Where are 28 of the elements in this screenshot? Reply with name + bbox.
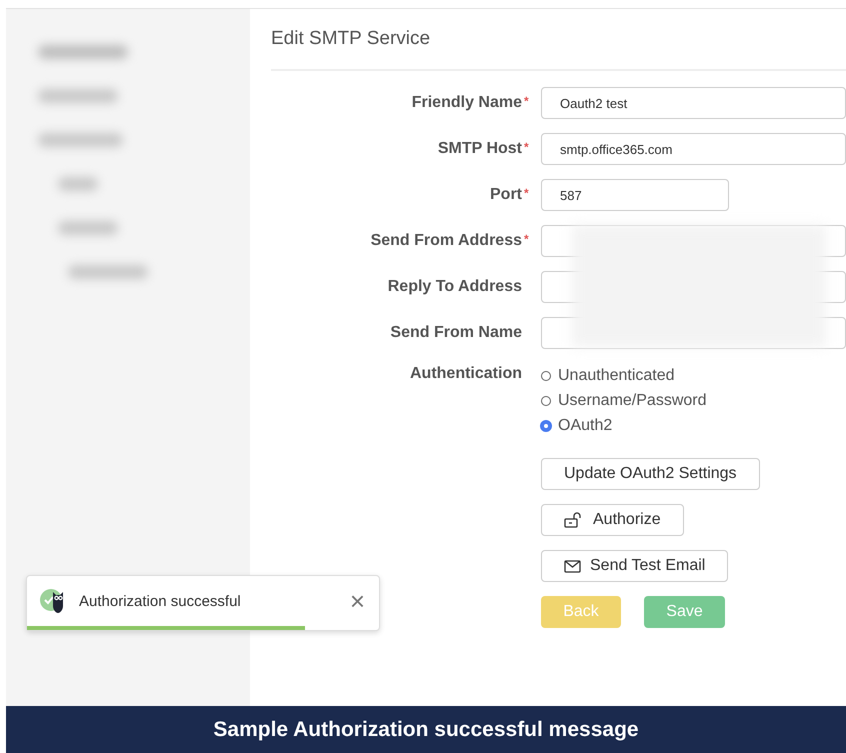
radio-label: Unauthenticated	[558, 366, 675, 384]
field-label: Send From Address	[370, 232, 522, 250]
field-label: Friendly Name	[412, 94, 522, 112]
field-label: Port	[490, 186, 522, 204]
radio-button[interactable]	[541, 370, 551, 380]
radio-label: Username/Password	[558, 392, 706, 410]
action-button[interactable]: Send Test Email	[541, 550, 728, 582]
required-mark: *	[523, 232, 530, 246]
close-button[interactable]: ×	[350, 588, 365, 614]
action-button[interactable]: Authorize	[541, 504, 684, 536]
action-button[interactable]: Update OAuth2 Settings	[541, 458, 760, 490]
field-label: Send From Name	[390, 324, 522, 342]
toast-message: Authorization successful	[79, 592, 242, 610]
field-label: SMTP Host	[438, 140, 522, 158]
page-title: Edit SMTP Service	[271, 9, 846, 71]
caption-banner: Sample Authorization successful message	[6, 706, 846, 753]
field-label: Reply To Address	[388, 278, 522, 296]
input-field[interactable]: smtp.office365.com	[541, 133, 846, 165]
radio-button[interactable]	[541, 396, 551, 406]
input-field[interactable]: Oauth2 test	[541, 87, 846, 119]
input-field[interactable]: 587	[541, 179, 729, 211]
radio-label: OAuth2	[558, 416, 612, 434]
required-mark: *	[523, 94, 530, 108]
field-label: Authentication	[410, 365, 522, 383]
required-mark: *	[523, 140, 530, 154]
envelope-icon	[564, 560, 581, 572]
required-mark: *	[523, 186, 530, 200]
radio-button[interactable]	[541, 420, 551, 430]
